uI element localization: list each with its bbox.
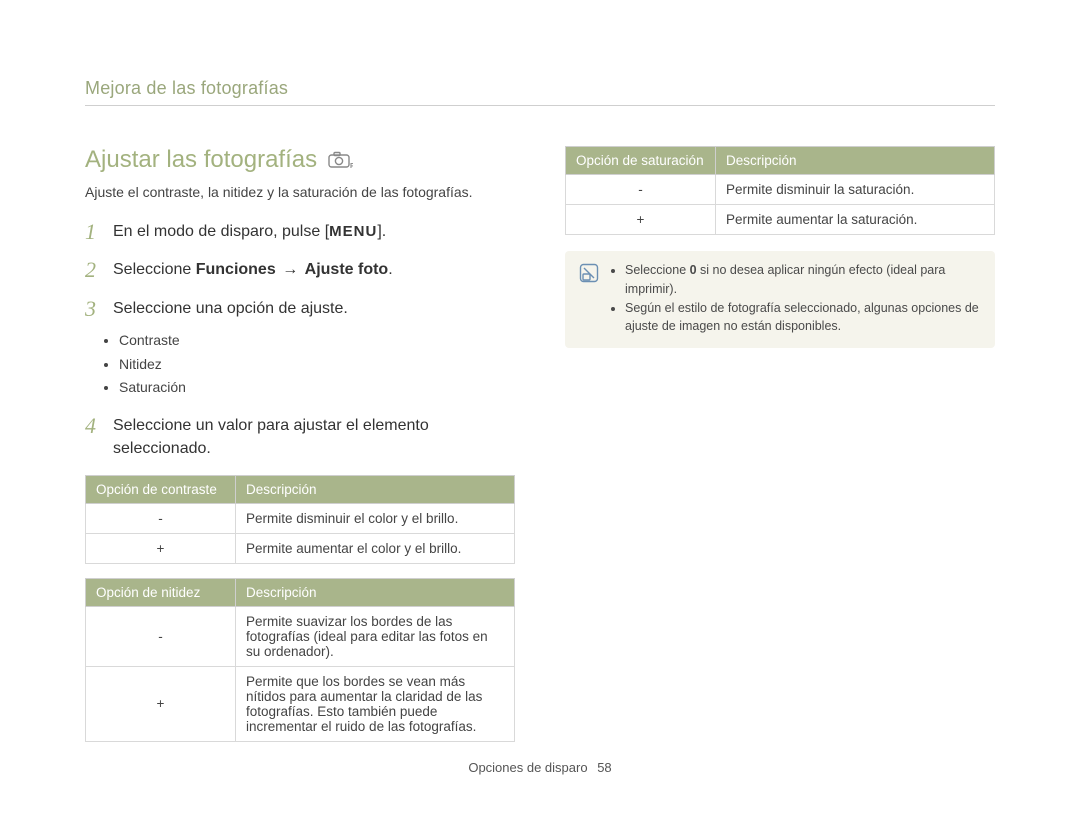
table-cell-desc: Permite aumentar el color y el brillo. [236, 533, 515, 563]
bullet-item: Saturación [119, 376, 515, 400]
section-title: Ajustar las fotografías P [85, 146, 515, 174]
step-2: 2 Seleccione Funciones → Ajuste foto. [85, 258, 515, 282]
note-item: Según el estilo de fotografía selecciona… [625, 299, 981, 337]
table-cell-desc: Permite disminuir el color y el brillo. [236, 503, 515, 533]
step-text: Seleccione un valor para ajustar el elem… [113, 414, 515, 460]
two-column-layout: Ajustar las fotografías P Ajuste el cont… [85, 146, 995, 742]
step-number: 3 [85, 297, 103, 321]
step-text: Seleccione Funciones → Ajuste foto. [113, 258, 393, 281]
table-header: Opción de saturación [566, 147, 716, 175]
table-cell-desc: Permite que los bordes se vean más nítid… [236, 666, 515, 741]
menu-label: MENU [329, 223, 377, 240]
step-number: 2 [85, 258, 103, 282]
table-row: - Permite suavizar los bordes de las fot… [86, 606, 515, 666]
table-header: Opción de contraste [86, 475, 236, 503]
note-bold: 0 [690, 263, 697, 277]
right-column: Opción de saturación Descripción - Permi… [565, 146, 995, 742]
menu-path-part: Ajuste foto [305, 261, 389, 278]
page-footer: Opciones de disparo 58 [0, 760, 1080, 775]
table-cell-symbol: + [86, 533, 236, 563]
contrast-table: Opción de contraste Descripción - Permit… [85, 475, 515, 564]
svg-text:P: P [350, 163, 353, 170]
table-cell-desc: Permite suavizar los bordes de las fotog… [236, 606, 515, 666]
step-text-part: En el modo de disparo, pulse [ [113, 223, 329, 240]
step-3: 3 Seleccione una opción de ajuste. [85, 297, 515, 321]
saturation-table: Opción de saturación Descripción - Permi… [565, 146, 995, 235]
sharpness-table: Opción de nitidez Descripción - Permite … [85, 578, 515, 742]
table-row: + Permite aumentar el color y el brillo. [86, 533, 515, 563]
table-cell-desc: Permite disminuir la saturación. [716, 175, 995, 205]
menu-path-part: Funciones [196, 261, 276, 278]
table-header-row: Opción de saturación Descripción [566, 147, 995, 175]
steps-list: 1 En el modo de disparo, pulse [MENU]. 2… [85, 220, 515, 460]
step-text-part: ]. [377, 223, 386, 240]
page: Mejora de las fotografías Ajustar las fo… [0, 0, 1080, 815]
camera-p-mode-icon: P [327, 150, 353, 170]
table-cell-symbol: - [566, 175, 716, 205]
table-row: - Permite disminuir la saturación. [566, 175, 995, 205]
chapter-title: Mejora de las fotografías [85, 78, 995, 99]
step-text-part: Seleccione [113, 261, 196, 278]
step-text: Seleccione una opción de ajuste. [113, 297, 348, 320]
table-cell-symbol: - [86, 606, 236, 666]
table-cell-desc: Permite aumentar la saturación. [716, 205, 995, 235]
arrow-icon: → [280, 261, 300, 278]
table-row: + Permite aumentar la saturación. [566, 205, 995, 235]
table-cell-symbol: - [86, 503, 236, 533]
step-3-bullets: Contraste Nitidez Saturación [115, 329, 515, 400]
left-column: Ajustar las fotografías P Ajuste el cont… [85, 146, 515, 742]
table-header: Descripción [716, 147, 995, 175]
table-row: - Permite disminuir el color y el brillo… [86, 503, 515, 533]
table-cell-symbol: + [86, 666, 236, 741]
table-header-row: Opción de nitidez Descripción [86, 578, 515, 606]
table-row: + Permite que los bordes se vean más nít… [86, 666, 515, 741]
note-icon [579, 263, 599, 336]
table-header: Descripción [236, 578, 515, 606]
note-item: Seleccione 0 si no desea aplicar ningún … [625, 261, 981, 299]
bullet-item: Nitidez [119, 353, 515, 377]
table-header: Opción de nitidez [86, 578, 236, 606]
note-text-part: Seleccione [625, 263, 690, 277]
table-cell-symbol: + [566, 205, 716, 235]
step-1: 1 En el modo de disparo, pulse [MENU]. [85, 220, 515, 244]
note-box: Seleccione 0 si no desea aplicar ningún … [565, 251, 995, 348]
bullet-item: Contraste [119, 329, 515, 353]
table-header: Descripción [236, 475, 515, 503]
step-text: En el modo de disparo, pulse [MENU]. [113, 220, 386, 243]
step-number: 4 [85, 414, 103, 438]
section-title-text: Ajustar las fotografías [85, 146, 317, 174]
note-list: Seleccione 0 si no desea aplicar ningún … [625, 261, 981, 336]
step-number: 1 [85, 220, 103, 244]
step-text-part: . [388, 261, 392, 278]
table-header-row: Opción de contraste Descripción [86, 475, 515, 503]
page-number: 58 [597, 760, 611, 775]
section-intro: Ajuste el contraste, la nitidez y la sat… [85, 182, 515, 202]
divider [85, 105, 995, 106]
footer-section: Opciones de disparo [468, 760, 587, 775]
step-4: 4 Seleccione un valor para ajustar el el… [85, 414, 515, 460]
